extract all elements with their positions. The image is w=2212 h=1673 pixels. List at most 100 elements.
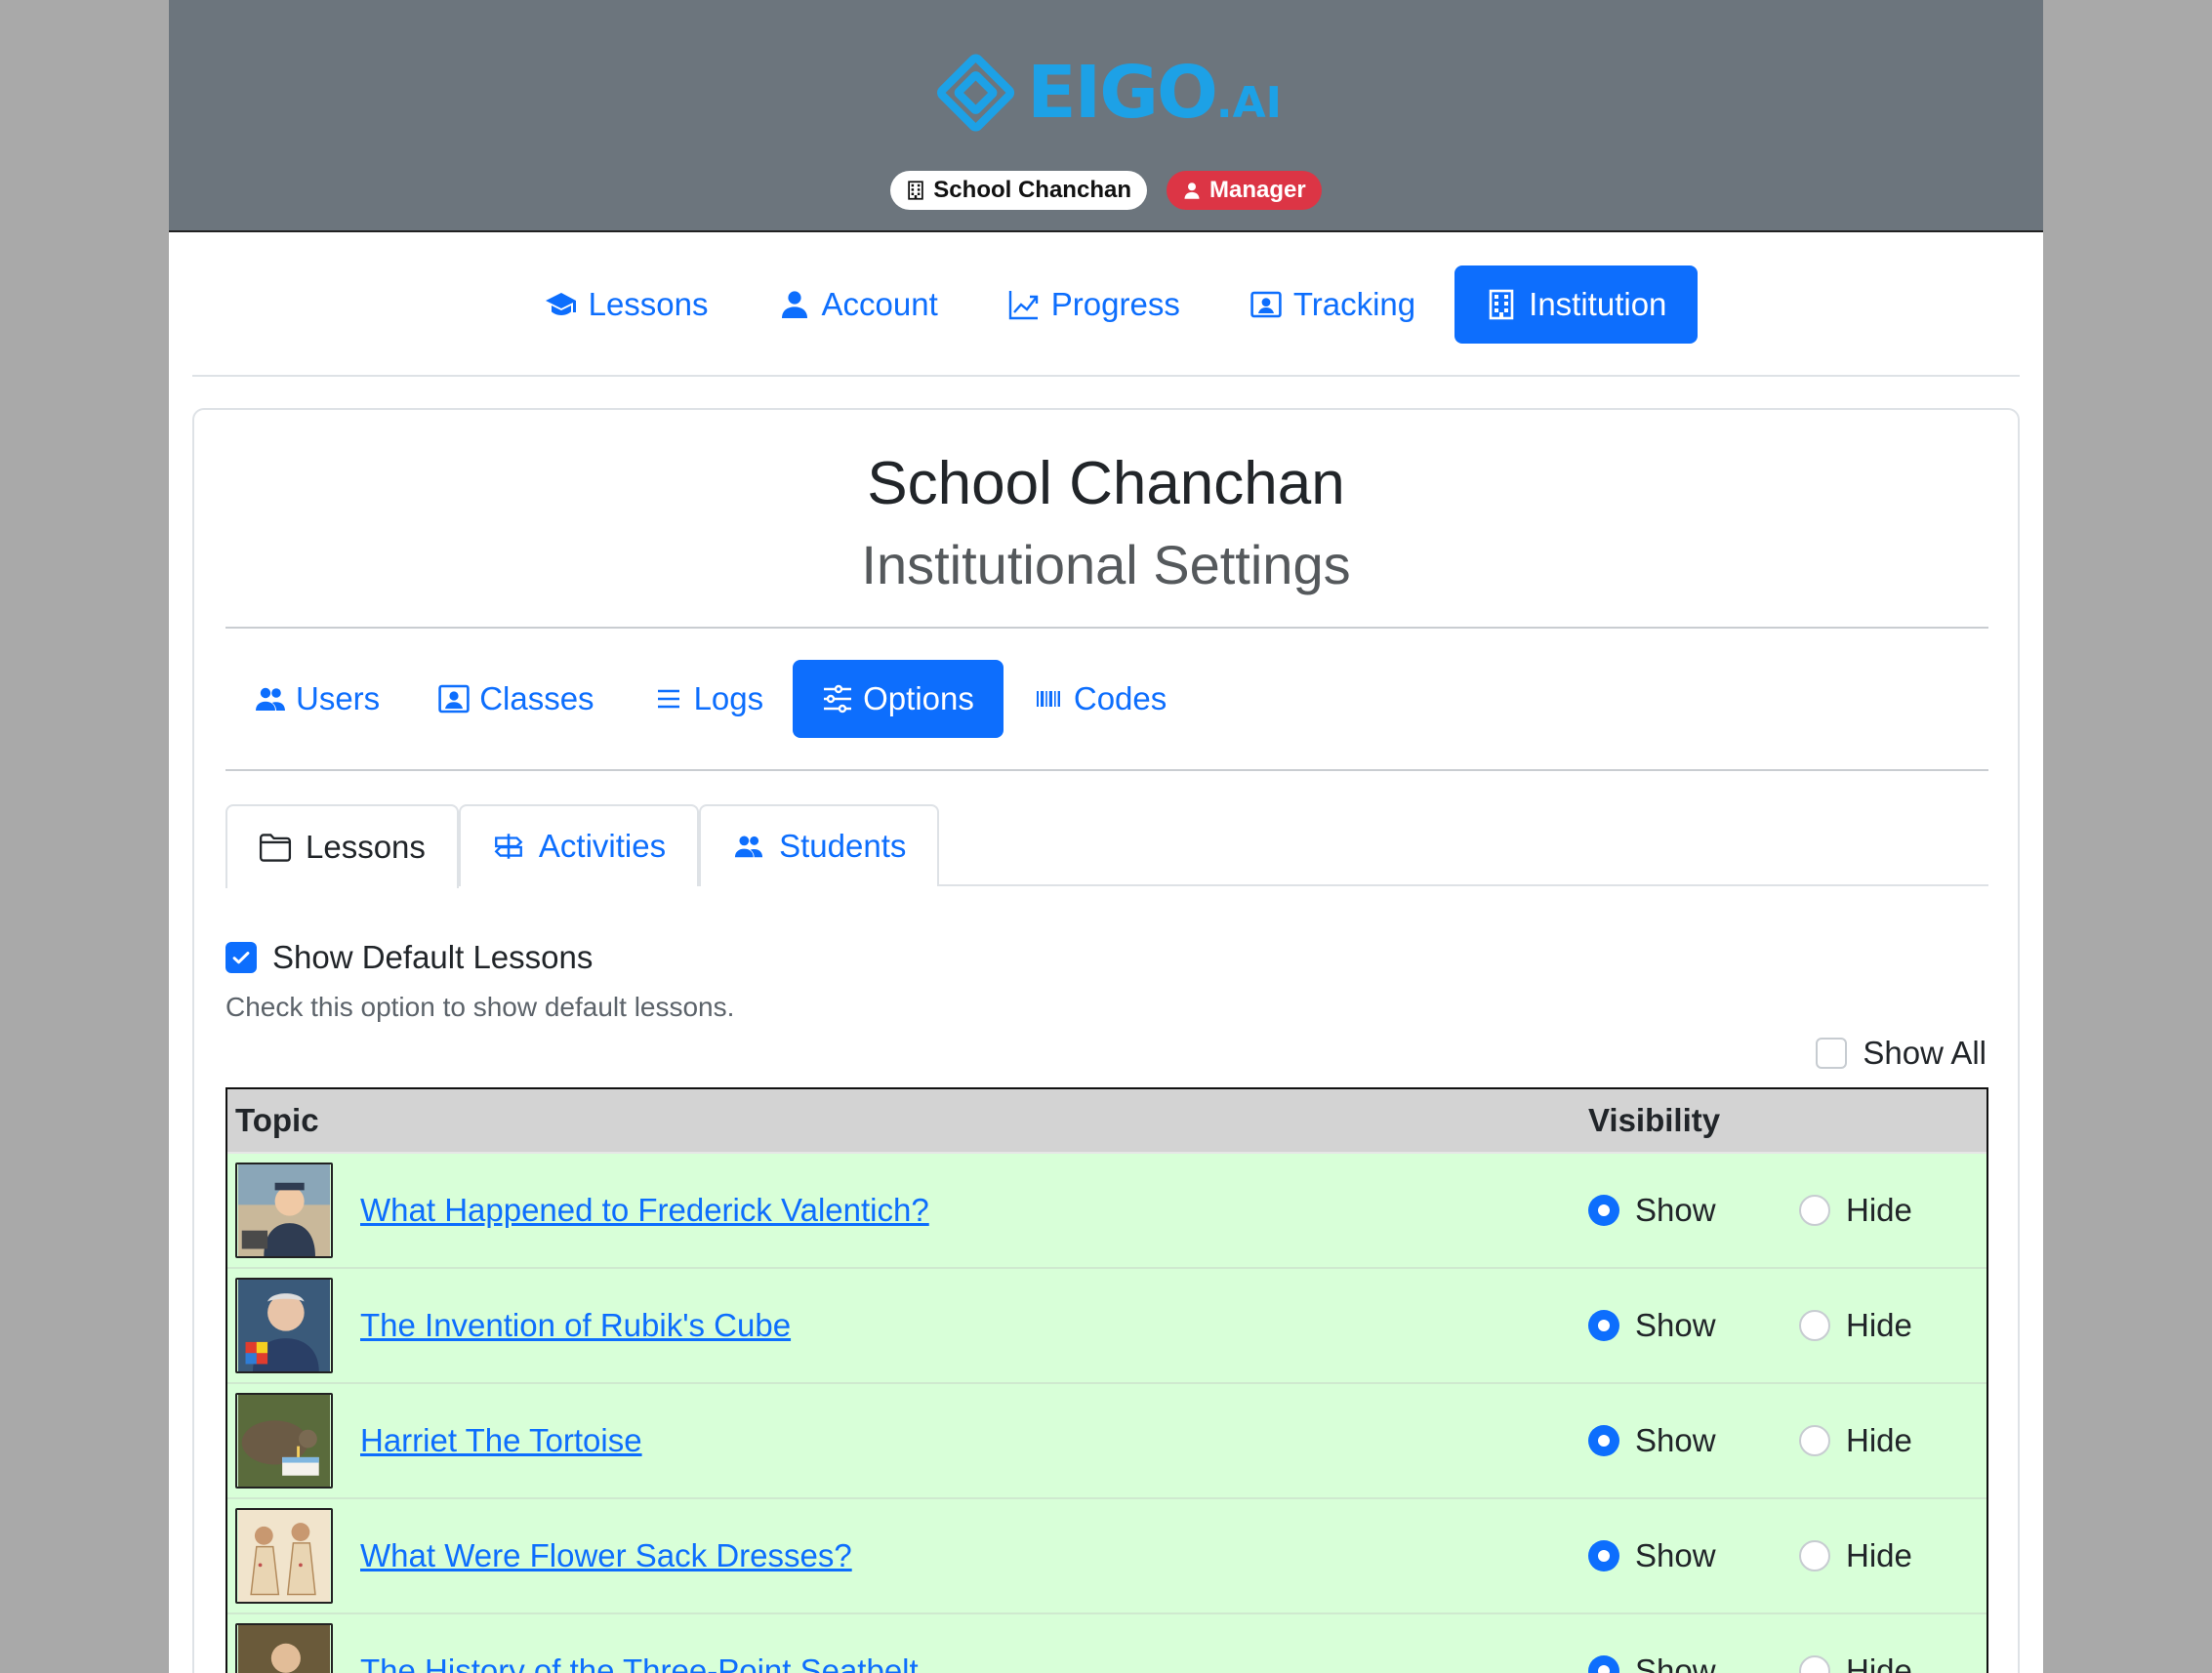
visibility-show-option[interactable]: Show [1588,1537,1799,1574]
nav-account[interactable]: Account [748,265,969,344]
subnav-logs-label: Logs [693,680,764,716]
list-icon [657,689,679,709]
visibility-show-option[interactable]: Show [1588,1653,1799,1673]
lesson-thumbnail [235,1623,333,1673]
lesson-thumbnail [235,1393,333,1489]
visibility-hide-option[interactable]: Hide [1799,1307,1912,1344]
page-subtitle: Institutional Settings [861,534,1351,595]
nav-account-label: Account [821,286,938,322]
show-default-lessons-checkbox[interactable] [225,942,257,973]
lesson-link[interactable]: What Happened to Frederick Valentich? [360,1192,1588,1229]
nav-lessons[interactable]: Lessons [514,265,740,344]
visibility-show-option[interactable]: Show [1588,1422,1799,1459]
subnav-classes[interactable]: Classes [409,660,623,738]
topic-column-header: Topic [235,1102,319,1138]
nav-lessons-label: Lessons [588,286,709,322]
hide-radio[interactable] [1799,1655,1830,1673]
person-icon [781,291,807,318]
people-icon [256,687,285,711]
hide-radio-label: Hide [1846,1422,1912,1458]
subnav-options[interactable]: Options [793,660,1004,738]
app-header: EIGO.AI School Chanchan Manager [169,0,2043,232]
show-radio-label: Show [1635,1307,1716,1343]
logo-mark-icon [937,54,1015,132]
hide-radio[interactable] [1799,1195,1830,1226]
folder-icon [259,834,292,862]
subnav-users-label: Users [296,680,381,716]
person-badge-icon [1250,291,1282,318]
building-icon [908,181,924,200]
lesson-thumbnail [235,1508,333,1604]
table-row: What Happened to Frederick Valentich? Sh… [227,1154,1987,1269]
show-radio[interactable] [1588,1195,1619,1226]
page: EIGO.AI School Chanchan Manager Lessons [169,0,2043,1673]
divider [192,375,2020,377]
hide-radio-label: Hide [1846,1307,1912,1343]
visibility-hide-option[interactable]: Hide [1799,1653,1912,1673]
tab-students[interactable]: Students [699,804,940,886]
table-row: The History of the Three-Point Seatbelt … [227,1614,1987,1673]
table-row: Harriet The Tortoise Show Hide [227,1384,1987,1499]
hide-radio-label: Hide [1846,1653,1912,1673]
subnav-codes-label: Codes [1073,680,1167,716]
nav-tracking[interactable]: Tracking [1219,265,1447,344]
people-icon [735,836,763,858]
show-all-label[interactable]: Show All [1863,1035,1987,1072]
hide-radio-label: Hide [1846,1537,1912,1573]
show-radio[interactable] [1588,1425,1619,1456]
tab-lessons-label: Lessons [306,829,426,865]
sliders-icon [824,684,852,714]
table-header: Topic Visibility [227,1089,1987,1154]
visibility-hide-option[interactable]: Hide [1799,1537,1912,1574]
subnav-logs[interactable]: Logs [624,660,794,738]
hide-radio[interactable] [1799,1425,1830,1456]
eigo-logo[interactable]: EIGO.AI [930,39,1282,146]
show-all-checkbox[interactable] [1816,1038,1848,1069]
subnav-classes-label: Classes [479,680,594,716]
hide-radio[interactable] [1799,1540,1830,1571]
page-title: School Chanchan [867,450,1345,517]
show-radio[interactable] [1588,1310,1619,1341]
show-radio[interactable] [1588,1655,1619,1673]
divider [225,769,1988,771]
subnav-codes[interactable]: Codes [1004,660,1196,738]
lessons-table: Topic Visibility What Happened to Freder… [225,1087,1988,1673]
lesson-link[interactable]: What Were Flower Sack Dresses? [360,1537,1588,1574]
divider [225,627,1988,629]
settings-nav: Users Classes Logs Options Codes [225,660,1196,738]
lesson-link[interactable]: Harriet The Tortoise [360,1422,1588,1459]
person-icon [1184,183,1200,199]
nav-institution[interactable]: Institution [1454,265,1699,344]
tab-activities[interactable]: Activities [458,804,700,886]
graduation-cap-icon [545,293,576,315]
lesson-link[interactable]: The History of the Three-Point Seatbelt [360,1653,1588,1673]
nav-institution-label: Institution [1529,286,1667,322]
show-default-lessons-help: Check this option to show default lesson… [225,992,735,1022]
header-badges: School Chanchan Manager [169,171,2043,210]
show-all-option: Show All [1816,1035,1987,1072]
lesson-thumbnail [235,1163,333,1258]
lesson-thumbnail [235,1278,333,1373]
nav-progress[interactable]: Progress [977,265,1211,344]
tab-students-label: Students [779,828,907,864]
show-radio[interactable] [1588,1540,1619,1571]
person-video-icon [438,684,470,714]
show-default-lessons-label[interactable]: Show Default Lessons [272,939,593,976]
hide-radio[interactable] [1799,1310,1830,1341]
table-row: The Invention of Rubik's Cube Show Hide [227,1269,1987,1384]
table-row: What Were Flower Sack Dresses? Show Hide [227,1499,1987,1614]
visibility-show-option[interactable]: Show [1588,1307,1799,1344]
school-badge-label: School Chanchan [933,177,1131,203]
graph-up-icon [1008,291,1038,320]
hide-radio-label: Hide [1846,1192,1912,1228]
show-radio-label: Show [1635,1653,1716,1673]
subnav-users[interactable]: Users [225,660,409,738]
tab-lessons[interactable]: Lessons [225,804,459,888]
signpost-icon [494,834,523,859]
visibility-show-option[interactable]: Show [1588,1192,1799,1229]
visibility-hide-option[interactable]: Hide [1799,1192,1912,1229]
lesson-link[interactable]: The Invention of Rubik's Cube [360,1307,1588,1344]
role-badge-label: Manager [1208,177,1306,203]
check-icon [232,952,250,964]
visibility-hide-option[interactable]: Hide [1799,1422,1912,1459]
